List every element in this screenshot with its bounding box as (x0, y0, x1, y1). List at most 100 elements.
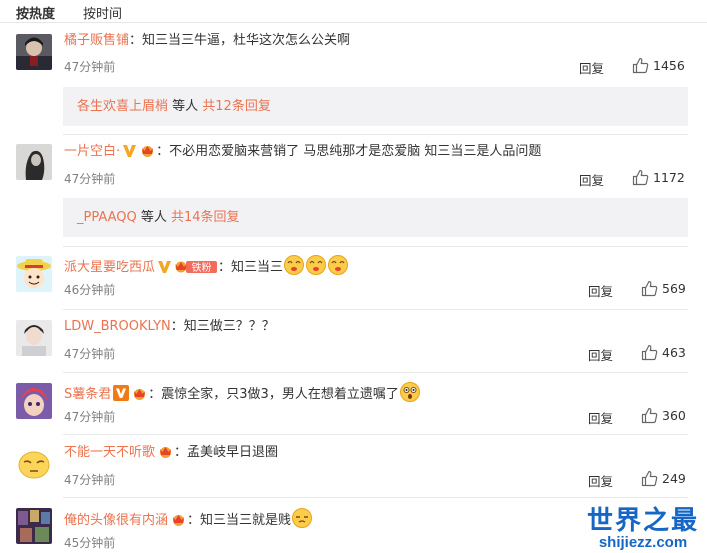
like-count: 249 (662, 471, 686, 486)
watermark-url: shijiezz.com (598, 534, 688, 551)
thumb-up-icon (641, 407, 658, 424)
separator: ： (218, 260, 232, 275)
comment-line: 一片空白· ：不必用恋爱脑来营销了 马思纯那才是恋爱脑 知三当三是人品问题 (64, 143, 541, 164)
thumb-up-icon (632, 169, 649, 186)
emoji-icon (399, 381, 421, 409)
username-link[interactable]: LDW_BROOKLYN (64, 319, 171, 334)
avatar[interactable] (16, 144, 52, 180)
comment-time: 47分钟前 (64, 60, 116, 74)
sub-reply-box: 各生欢喜上眉梢 等人 共12条回复 (63, 87, 688, 126)
comment-text: 震惊全家，只3做3，男人在想着立遗嘱了 (161, 387, 399, 402)
like-count: 463 (662, 345, 686, 360)
comment-line: S薯条君 ：震惊全家，只3做3，男人在想着立遗嘱了 (64, 381, 421, 409)
watermark: 世界之最 shijiezz.com (587, 505, 699, 551)
reply-button[interactable]: 回复 (579, 170, 604, 189)
comment-text: 知三当三就是贱 (200, 513, 292, 528)
like-button[interactable]: 1456 (632, 57, 685, 74)
member-crown-icon (131, 386, 148, 407)
sub-reply-users-link[interactable]: 各生欢喜上眉梢 (77, 99, 168, 114)
emoji-icon (291, 507, 313, 535)
reply-button[interactable]: 回复 (579, 58, 604, 77)
comment-time: 46分钟前 (64, 283, 116, 297)
reply-button[interactable]: 回复 (588, 281, 613, 300)
member-crown-icon (157, 444, 174, 465)
watermark-title: 世界之最 (586, 505, 699, 535)
comment-time: 47分钟前 (64, 410, 116, 424)
comment-time: 45分钟前 (64, 536, 116, 550)
divider (63, 134, 688, 135)
avatar[interactable] (16, 446, 52, 482)
separator: ： (187, 513, 201, 528)
member-crown-icon (139, 143, 156, 164)
like-count: 360 (662, 408, 686, 423)
thumb-up-icon (641, 344, 658, 361)
like-button[interactable]: 249 (641, 470, 686, 487)
avatar[interactable] (16, 34, 52, 70)
comment-text: 知三做三？？？ (183, 319, 275, 334)
username-link[interactable]: 派大星要吃西瓜 (64, 260, 155, 275)
comment-text: 孟美岐早日退圈 (187, 445, 279, 460)
fan-badge-icon: 铁粉 (174, 259, 218, 280)
reply-button[interactable]: 回复 (588, 408, 613, 427)
divider (63, 372, 688, 373)
separator: ： (148, 387, 162, 402)
emoji-icon (283, 254, 305, 282)
separator: ： (170, 319, 184, 334)
comment-line: 不能一天不听歌 ：孟美岐早日退圈 (64, 444, 278, 465)
like-button[interactable]: 360 (641, 407, 686, 424)
member-crown-icon (170, 512, 187, 533)
reply-button[interactable]: 回复 (588, 345, 613, 364)
verified-v-icon (113, 385, 130, 407)
sort-bar: 按热度 按时间 (0, 0, 707, 23)
sub-reply-middle: 等人 (136, 210, 171, 225)
thumb-up-icon (641, 280, 658, 297)
like-button[interactable]: 463 (641, 344, 686, 361)
verified-v-icon (157, 259, 172, 280)
comment-time: 47分钟前 (64, 347, 116, 361)
comment-line: 俺的头像很有内涵 ：知三当三就是贱 (64, 507, 313, 535)
like-count: 1172 (653, 170, 685, 185)
sort-by-hot-tab[interactable]: 按热度 (16, 3, 55, 22)
divider (63, 246, 688, 247)
separator: ： (156, 144, 170, 159)
avatar[interactable] (16, 508, 52, 544)
avatar[interactable] (16, 320, 52, 356)
separator: ： (129, 33, 143, 48)
separator: ： (174, 445, 188, 460)
sort-by-time-tab[interactable]: 按时间 (83, 3, 122, 22)
emoji-icon (327, 254, 349, 282)
sub-reply-count-link[interactable]: 共12条回复 (202, 99, 271, 114)
sub-reply-count-link[interactable]: 共14条回复 (171, 210, 240, 225)
divider (63, 434, 688, 435)
comment-time: 47分钟前 (64, 172, 116, 186)
username-link[interactable]: 橘子贩售铺 (64, 33, 129, 48)
divider (63, 497, 688, 498)
comment-line: 橘子贩售铺：知三当三牛逼，杜华这次怎么公关啊 (64, 32, 350, 50)
like-count: 1456 (653, 58, 685, 73)
divider (63, 309, 688, 310)
thumb-up-icon (632, 57, 649, 74)
username-link[interactable]: 不能一天不听歌 (64, 445, 155, 460)
comment-line: 派大星要吃西瓜 铁粉 ：知三当三 (64, 254, 349, 282)
comment-time: 47分钟前 (64, 473, 116, 487)
avatar[interactable] (16, 256, 52, 292)
sub-reply-box: _PPAAQQ 等人 共14条回复 (63, 198, 688, 237)
comment-text: 不必用恋爱脑来营销了 马思纯那才是恋爱脑 知三当三是人品问题 (169, 144, 542, 159)
verified-v-icon (122, 143, 137, 164)
emoji-icon (305, 254, 327, 282)
like-button[interactable]: 1172 (632, 169, 685, 186)
like-button[interactable]: 569 (641, 280, 686, 297)
comment-line: LDW_BROOKLYN：知三做三？？？ (64, 318, 275, 336)
sub-reply-users-link[interactable]: _PPAAQQ (77, 210, 137, 225)
thumb-up-icon (641, 470, 658, 487)
username-link[interactable]: S薯条君 (64, 387, 111, 402)
username-link[interactable]: 俺的头像很有内涵 (64, 513, 168, 528)
reply-button[interactable]: 回复 (588, 471, 613, 490)
fan-badge-label: 铁粉 (192, 261, 212, 274)
comment-text: 知三当三 (231, 260, 284, 275)
sub-reply-middle: 等人 (168, 99, 203, 114)
comment-text: 知三当三牛逼，杜华这次怎么公关啊 (142, 33, 351, 48)
like-count: 569 (662, 281, 686, 296)
username-link[interactable]: 一片空白· (64, 144, 120, 159)
avatar[interactable] (16, 383, 52, 419)
